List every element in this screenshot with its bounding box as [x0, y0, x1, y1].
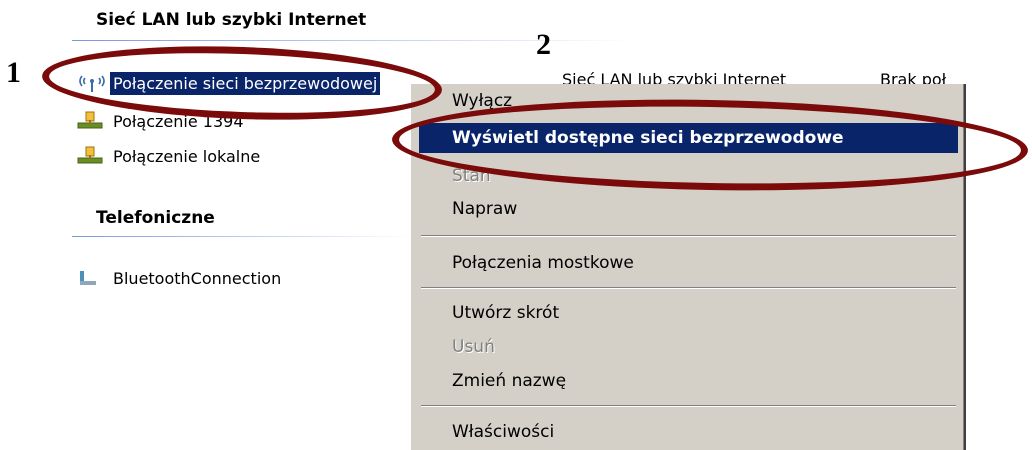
menu-item-label: Połączenia mostkowe: [452, 253, 634, 273]
menu-item-disable[interactable]: Wyłącz: [419, 86, 958, 116]
menu-item-label: Utwórz skrót: [452, 303, 560, 323]
menu-item-label: Wyłącz: [452, 91, 513, 111]
connection-label: Połączenie sieci bezprzewodowej: [110, 71, 381, 95]
wireless-icon: [74, 72, 110, 94]
connection-label: Połączenie lokalne: [113, 146, 261, 166]
menu-item-label: Wyświetl dostępne sieci bezprzewodowe: [452, 128, 844, 148]
connection-label: BluetoothConnection: [113, 268, 282, 288]
menu-item-bridge-connections[interactable]: Połączenia mostkowe: [419, 248, 958, 278]
menu-item-label: Napraw: [452, 199, 518, 219]
menu-item-properties[interactable]: Właściwości: [419, 417, 958, 447]
section-divider-phone: [72, 236, 412, 237]
connection-item-wireless[interactable]: Połączenie sieci bezprzewodowej: [74, 70, 381, 96]
menu-item-repair[interactable]: Napraw: [419, 194, 958, 224]
context-menu: Wyłącz Wyświetl dostępne sieci bezprzewo…: [409, 84, 966, 450]
network-connection-icon: [74, 110, 110, 132]
menu-item-status: Stan: [419, 161, 958, 191]
menu-separator: [421, 287, 956, 289]
connection-label: Połączenie 1394: [113, 111, 244, 131]
menu-separator: [421, 235, 956, 237]
menu-item-label: Stan: [452, 166, 491, 186]
menu-item-rename[interactable]: Zmień nazwę: [419, 366, 958, 396]
section-title-lan: Sieć LAN lub szybki Internet: [96, 10, 367, 30]
connection-item-local[interactable]: Połączenie lokalne: [74, 143, 263, 169]
menu-separator: [421, 405, 956, 407]
menu-item-view-wireless-networks[interactable]: Wyświetl dostępne sieci bezprzewodowe: [419, 123, 958, 153]
menu-item-create-shortcut[interactable]: Utwórz skrót: [419, 298, 958, 328]
annotation-step-1: 1: [6, 56, 21, 89]
menu-item-label: Usuń: [452, 337, 495, 357]
bluetooth-connection-icon: [74, 267, 110, 289]
connection-item-1394[interactable]: Połączenie 1394: [74, 108, 247, 134]
annotation-step-2: 2: [536, 28, 551, 61]
network-connection-icon: [74, 145, 110, 167]
menu-item-label: Właściwości: [452, 422, 555, 442]
menu-item-delete: Usuń: [419, 332, 958, 362]
connection-item-bluetooth[interactable]: BluetoothConnection: [74, 265, 284, 291]
menu-item-label: Zmień nazwę: [452, 371, 567, 391]
section-title-phone: Telefoniczne: [96, 208, 215, 228]
